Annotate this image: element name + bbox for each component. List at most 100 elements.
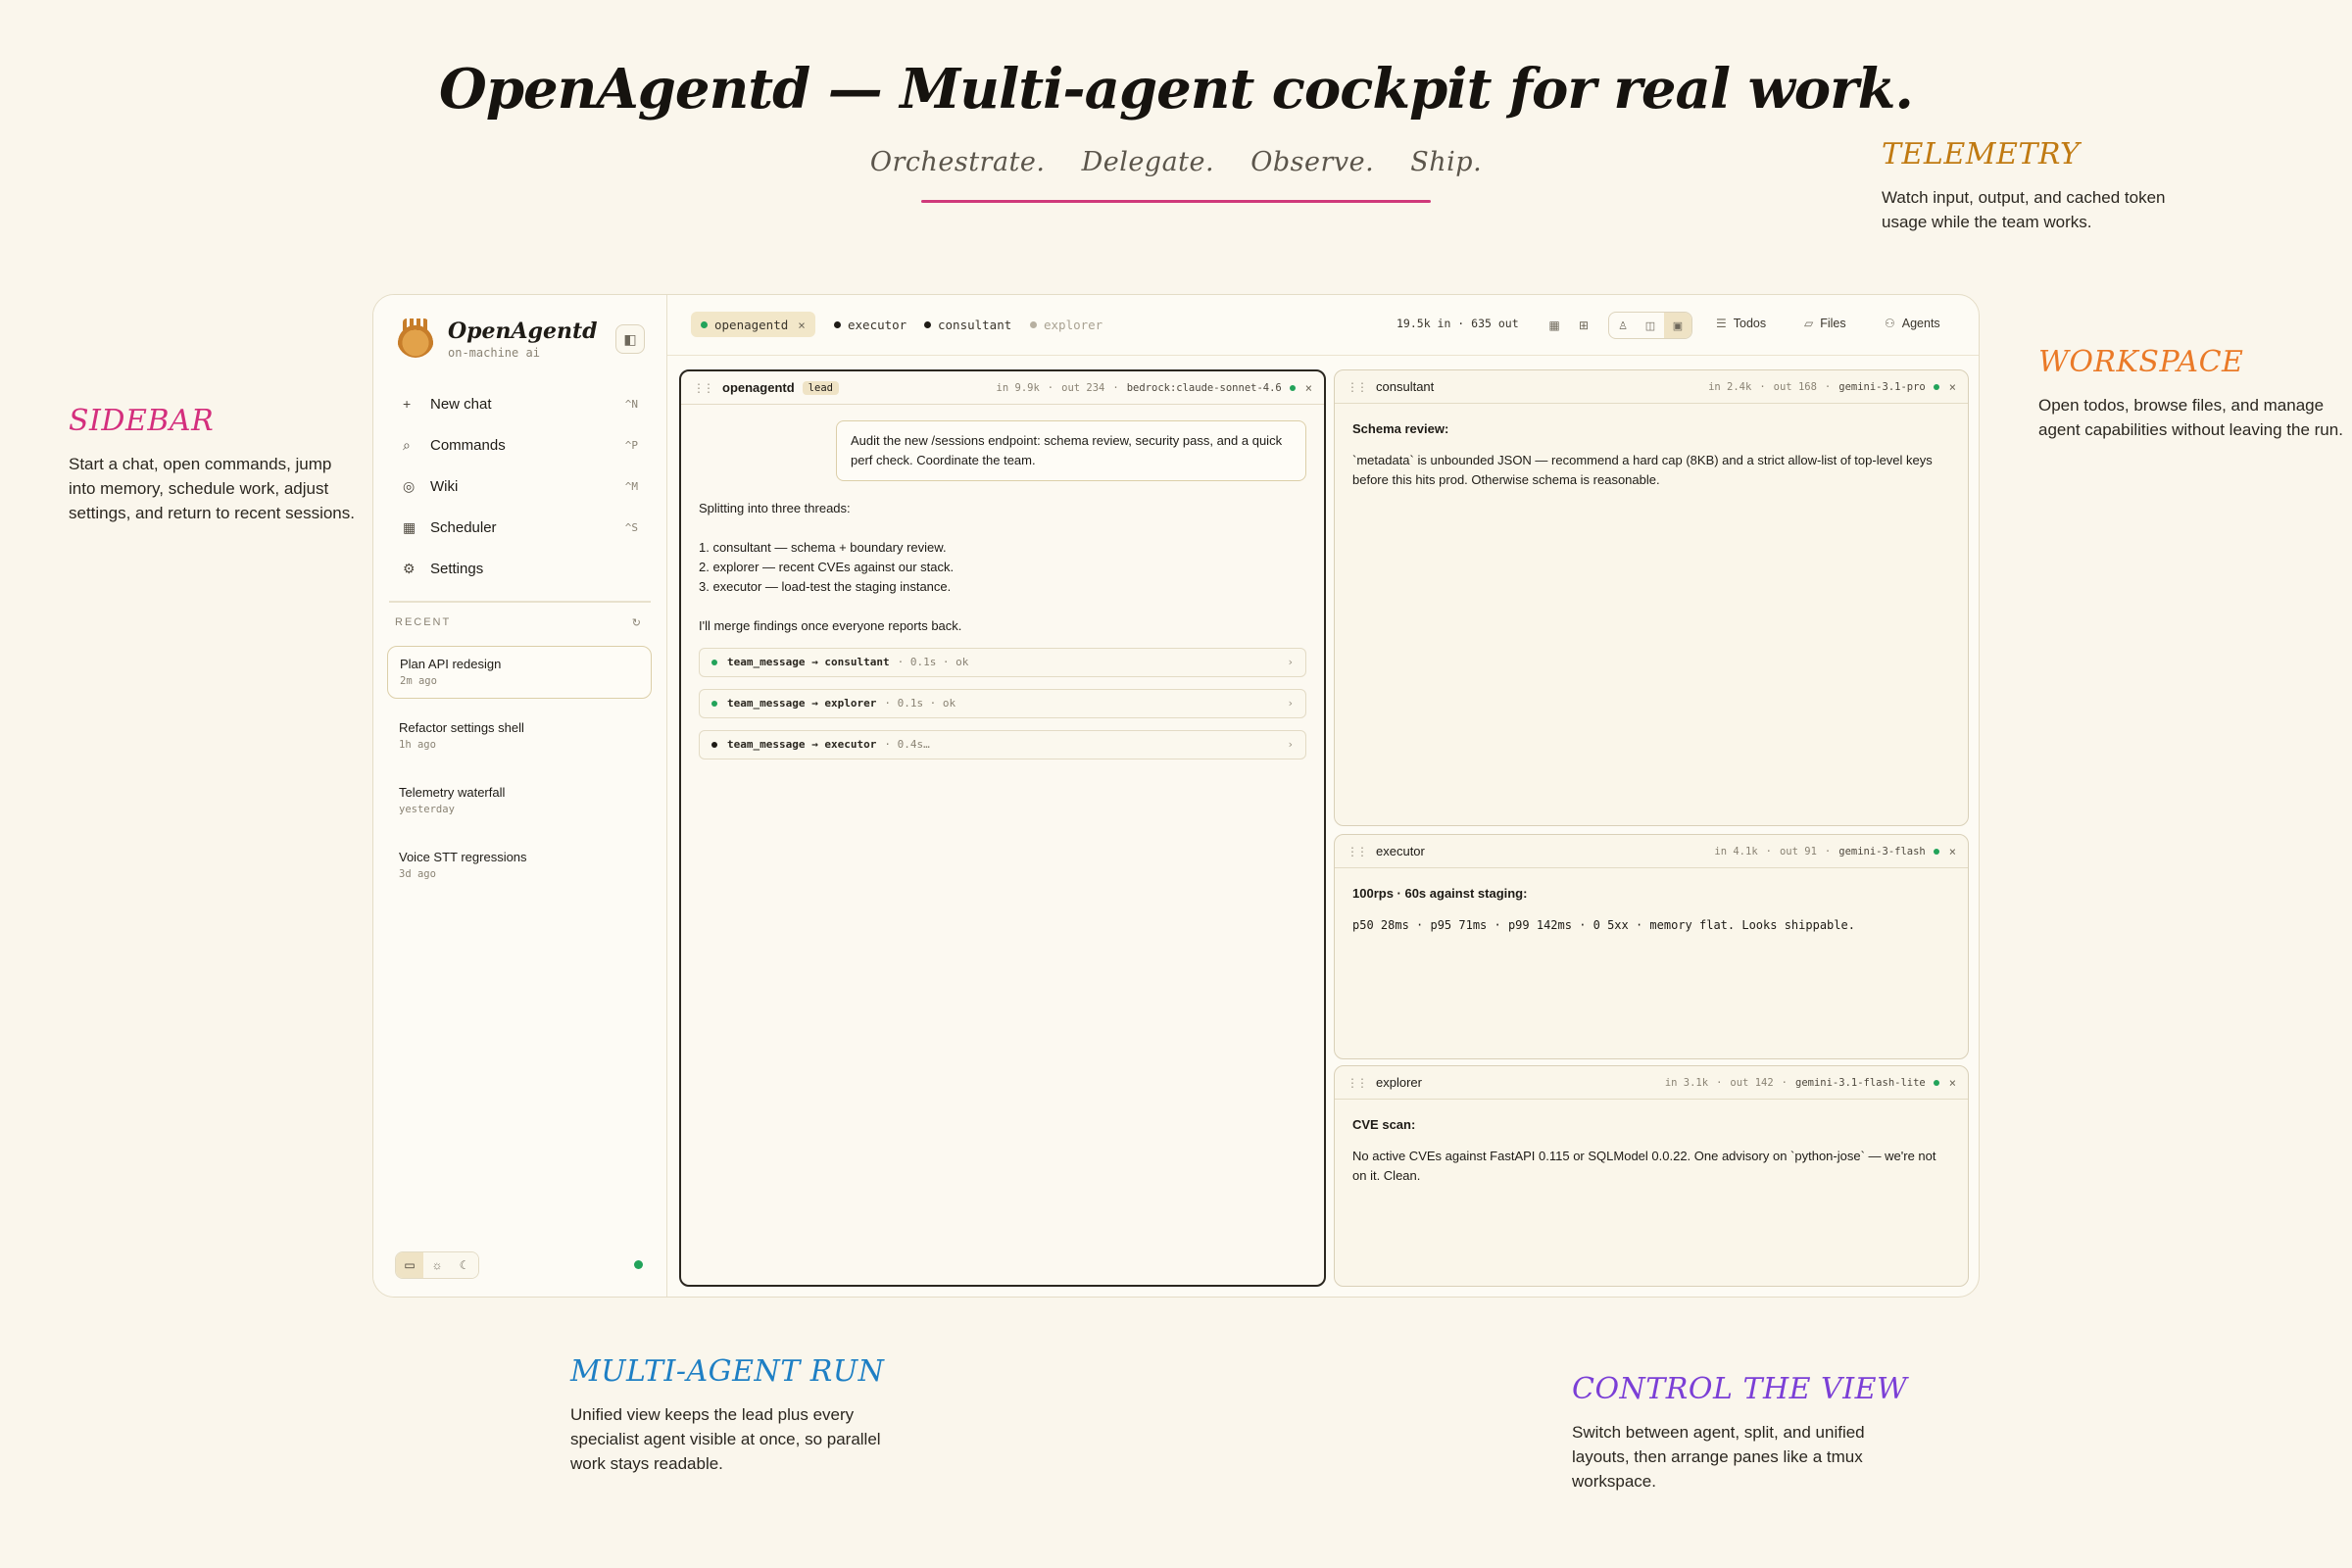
status-dot — [711, 660, 717, 665]
tokens-out: out 91 — [1779, 845, 1817, 858]
agent-pane-executor[interactable]: ⋮⋮ executor in 4.1k · out 91 · gemini-3-… — [1334, 834, 1969, 1059]
tab-openagentd[interactable]: openagentd × — [691, 312, 815, 337]
callout-label: WORKSPACE — [2038, 345, 2244, 379]
callout-desc: Watch input, output, and cached token us… — [1882, 188, 2166, 231]
close-icon[interactable]: × — [798, 318, 806, 332]
layout-grid-icon[interactable]: ▦ — [1544, 315, 1565, 336]
light-theme-button[interactable]: ☼ — [423, 1252, 451, 1278]
tool-call-row[interactable]: team_message → executor · 0.4s… › — [699, 730, 1306, 760]
status-indicator — [634, 1260, 643, 1269]
drag-handle-icon[interactable]: ⋮⋮ — [1347, 380, 1368, 394]
agent-pane-explorer[interactable]: ⋮⋮ explorer in 3.1k · out 142 · gemini-3… — [1334, 1065, 1969, 1287]
tool-name: team_message → consultant — [727, 656, 890, 668]
monitor-icon: ▭ — [404, 1258, 416, 1272]
nav-commands[interactable]: ⌕ Commands ^P — [389, 424, 652, 466]
callout-label: SIDEBAR — [69, 404, 215, 438]
assistant-reply: Splitting into three threads: 1. consult… — [699, 499, 1306, 636]
agent-view-button[interactable]: ♙ — [1609, 313, 1637, 338]
pane-header: ⋮⋮ openagentd lead in 9.9k · out 234 · b… — [681, 371, 1324, 405]
recent-time: 3d ago — [399, 868, 436, 880]
agents-button[interactable]: ⚇ Agents — [1885, 317, 1940, 330]
tagline-word: Delegate. — [1081, 147, 1215, 177]
pane-heading: Schema review: — [1352, 421, 1449, 436]
dark-theme-button[interactable]: ☾ — [451, 1252, 478, 1278]
recent-session-item[interactable]: Voice STT regressions 3d ago — [387, 840, 652, 893]
files-button[interactable]: ▱ Files — [1804, 317, 1846, 330]
tokens-out: out 234 — [1061, 381, 1105, 394]
logo-icon — [397, 318, 434, 358]
recent-session-item[interactable]: Telemetry waterfall yesterday — [387, 775, 652, 828]
pane-body: CVE scan: No active CVEs against FastAPI… — [1335, 1100, 1968, 1201]
tab-explorer[interactable]: explorer — [1020, 312, 1112, 337]
tagline-word: Observe. — [1250, 147, 1375, 177]
status-dot — [924, 320, 931, 328]
agent-pane-consultant[interactable]: ⋮⋮ consultant in 2.4k · out 168 · gemini… — [1334, 369, 1969, 826]
callout-workspace: WORKSPACE Open todos, browse files, and … — [2038, 345, 2344, 442]
sidebar: OpenAgentd on-machine ai ◧ + New chat ^N… — [373, 295, 667, 1297]
callout-desc: Start a chat, open commands, jump into m… — [69, 455, 355, 522]
recent-title: Voice STT regressions — [399, 850, 527, 864]
reply-text: 2. explorer — recent CVEs against our st… — [699, 560, 955, 574]
tool-call-row[interactable]: team_message → consultant · 0.1s · ok › — [699, 648, 1306, 677]
callout-control: CONTROL THE VIEW Switch between agent, s… — [1572, 1372, 1925, 1494]
pane-heading: 100rps · 60s against staging: — [1352, 886, 1528, 901]
nav-settings[interactable]: ⚙ Settings — [389, 548, 652, 589]
nav-wiki[interactable]: ◎ Wiki ^M — [389, 466, 652, 507]
tab-label: openagentd — [714, 317, 789, 332]
status-dot — [834, 320, 841, 328]
pane-name: consultant — [1376, 379, 1435, 394]
drag-handle-icon[interactable]: ⋮⋮ — [693, 381, 714, 395]
reply-text: 1. consultant — schema + boundary review… — [699, 540, 947, 555]
nav-scheduler[interactable]: ▦ Scheduler ^S — [389, 507, 652, 548]
agent-pane-lead[interactable]: ⋮⋮ openagentd lead in 9.9k · out 234 · b… — [679, 369, 1326, 1287]
callout-label: TELEMETRY — [1882, 137, 2081, 172]
tab-consultant[interactable]: consultant — [914, 312, 1021, 337]
tab-executor[interactable]: executor — [824, 312, 916, 337]
search-icon: ⌕ — [403, 436, 411, 453]
pane-header: ⋮⋮ executor in 4.1k · out 91 · gemini-3-… — [1335, 835, 1968, 868]
recent-title: Plan API redesign — [400, 657, 502, 671]
close-icon[interactable]: × — [1949, 380, 1956, 394]
split-view-button[interactable]: ◫ — [1637, 313, 1664, 338]
main-area: openagentd × executor consultant explore… — [667, 295, 1979, 1297]
recent-session-item[interactable]: Refactor settings shell 1h ago — [387, 710, 652, 763]
tool-name: team_message → explorer — [727, 697, 877, 710]
recent-title: Telemetry waterfall — [399, 785, 506, 800]
drag-handle-icon[interactable]: ⋮⋮ — [1347, 845, 1368, 858]
agents-icon: ⚇ — [1885, 317, 1895, 330]
tab-label: consultant — [938, 317, 1012, 332]
nav-label: Settings — [430, 560, 484, 577]
view-mode-switch: ♙ ◫ ▣ — [1608, 312, 1692, 339]
refresh-icon[interactable]: ↻ — [632, 616, 643, 629]
status-dot — [1030, 320, 1037, 328]
reply-text: I'll merge findings once everyone report… — [699, 618, 962, 633]
tokens-in: in 4.1k — [1714, 845, 1758, 858]
unified-view-button[interactable]: ▣ — [1664, 313, 1691, 338]
agents-label: Agents — [1901, 317, 1940, 330]
lead-badge: lead — [802, 380, 839, 395]
nav-label: Scheduler — [430, 518, 497, 536]
tool-call-row[interactable]: team_message → explorer · 0.1s · ok › — [699, 689, 1306, 718]
folder-icon: ▱ — [1804, 317, 1814, 330]
tagline-underline — [921, 200, 1431, 203]
layout-tiles-icon[interactable]: ⊞ — [1573, 315, 1594, 336]
status-dot — [711, 742, 717, 748]
nav-label: Commands — [430, 436, 506, 454]
close-icon[interactable]: × — [1305, 381, 1312, 395]
system-theme-button[interactable]: ▭ — [396, 1252, 423, 1278]
todos-button[interactable]: ☰ Todos — [1716, 317, 1766, 330]
drag-handle-icon[interactable]: ⋮⋮ — [1347, 1076, 1368, 1090]
model-name: bedrock:claude-sonnet-4.6 — [1126, 381, 1282, 394]
recent-list: Plan API redesign 2m ago Refactor settin… — [387, 646, 652, 905]
recent-session-item[interactable]: Plan API redesign 2m ago — [387, 646, 652, 699]
pane-heading: CVE scan: — [1352, 1117, 1416, 1132]
close-icon[interactable]: × — [1949, 1076, 1956, 1090]
callout-label: MULTI-AGENT RUN — [570, 1354, 885, 1389]
collapse-sidebar-button[interactable]: ◧ — [615, 324, 645, 354]
chevron-right-icon: › — [1287, 738, 1294, 751]
nav-new-chat[interactable]: + New chat ^N — [389, 383, 652, 424]
close-icon[interactable]: × — [1949, 845, 1956, 858]
recent-time: yesterday — [399, 804, 455, 815]
page-title: OpenAgentd — Multi-agent cockpit for rea… — [439, 57, 1914, 122]
split-icon: ◫ — [1644, 319, 1656, 332]
